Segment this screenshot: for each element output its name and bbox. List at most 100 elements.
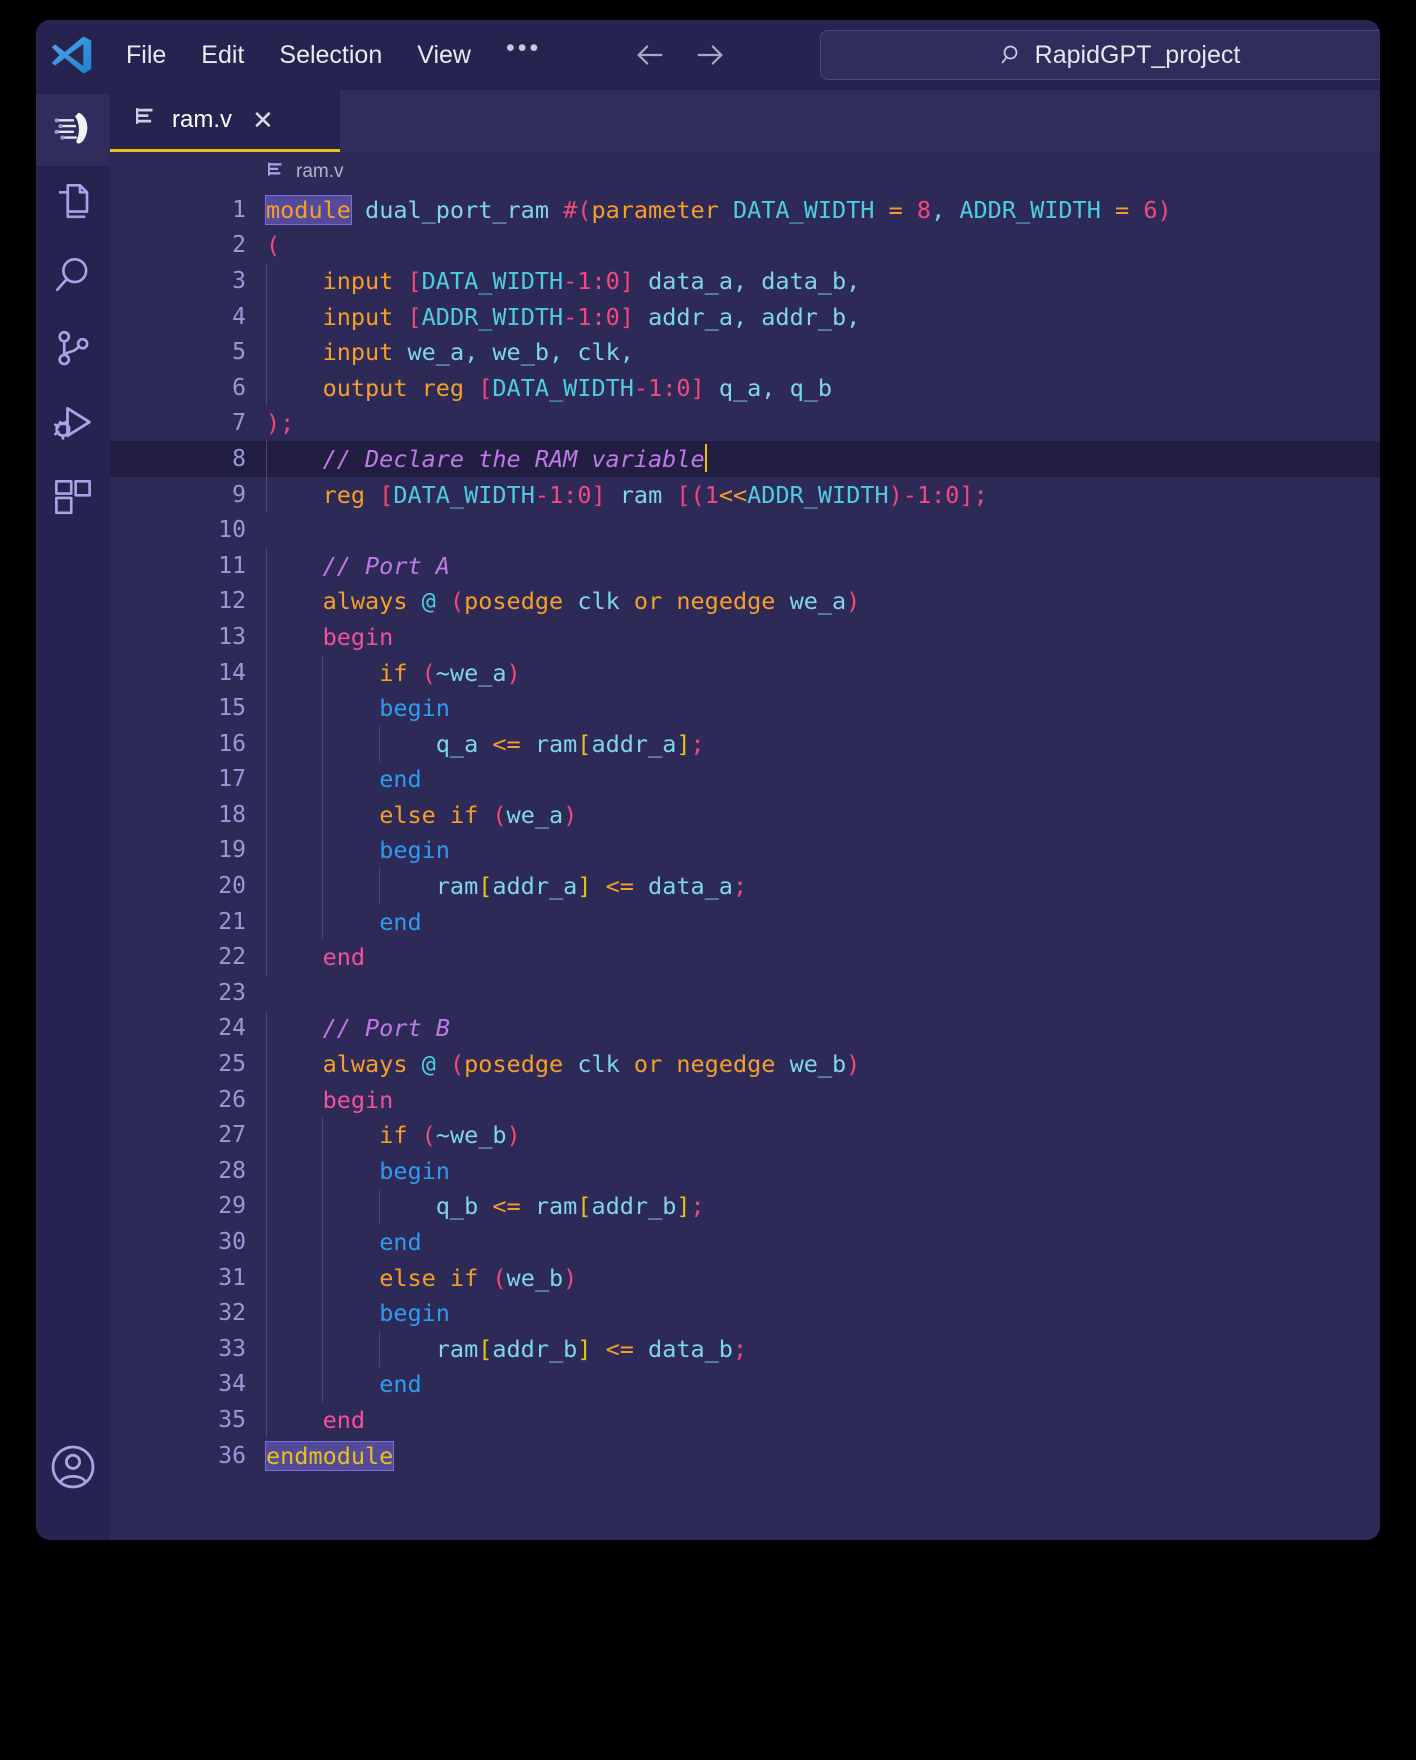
sidebar-item-search[interactable] xyxy=(36,240,110,314)
line-number: 7 xyxy=(232,410,246,437)
arrow-left-icon[interactable] xyxy=(633,38,667,72)
code-line[interactable]: 24 // Port B xyxy=(110,1010,1380,1047)
code-line[interactable]: 12 always @ (posedge clk or negedge we_a… xyxy=(110,583,1380,620)
code-line[interactable]: 18 else if (we_a) xyxy=(110,797,1380,833)
code-line[interactable]: 34 end xyxy=(110,1366,1380,1403)
code-line-text: if (~we_a) xyxy=(379,658,521,687)
code-line[interactable]: 9 reg [DATA_WIDTH-1:0] ram [(1<<ADDR_WID… xyxy=(110,476,1380,513)
title-bar: File Edit Selection View ••• RapidGPT_pr… xyxy=(36,20,1380,90)
indent-guide xyxy=(322,868,324,904)
menu-more-button[interactable]: ••• xyxy=(492,36,555,67)
code-line[interactable]: 31 else if (we_b) xyxy=(110,1259,1380,1296)
indent-guide xyxy=(266,868,267,904)
code-line[interactable]: 10 xyxy=(110,512,1380,548)
code-line[interactable]: 33 ram[addr_b] <= data_b; xyxy=(110,1331,1380,1367)
indent-guide xyxy=(266,1331,267,1367)
code-line[interactable]: 3 input [DATA_WIDTH-1:0] data_a, data_b, xyxy=(110,263,1380,299)
arrow-right-icon[interactable] xyxy=(693,38,727,72)
breadcrumb[interactable]: ram.v xyxy=(110,152,1380,192)
vscode-window: File Edit Selection View ••• RapidGPT_pr… xyxy=(36,20,1380,1540)
indent-guide xyxy=(266,1295,267,1331)
code-line[interactable]: 13 begin xyxy=(110,619,1380,655)
menu-item-view[interactable]: View xyxy=(403,35,485,76)
sidebar-item-source-control[interactable] xyxy=(36,314,110,388)
workbench-body: ram.v ✕ ram.v 1 module dual_port_ram #(p… xyxy=(36,90,1380,1540)
code-line[interactable]: 32 begin xyxy=(110,1295,1380,1331)
code-line[interactable]: 5 input we_a, we_b, clk, xyxy=(110,334,1380,370)
indent-guide xyxy=(266,547,267,584)
code-line-text: ( xyxy=(266,231,281,260)
code-line[interactable]: 7); xyxy=(110,406,1380,442)
code-editor[interactable]: 1 module dual_port_ram #(parameter DATA_W… xyxy=(110,192,1380,1540)
indent-guide xyxy=(266,1402,267,1438)
extensions-icon xyxy=(52,476,94,523)
code-line[interactable]: 35 end xyxy=(110,1402,1380,1438)
search-input[interactable]: RapidGPT_project xyxy=(820,30,1380,80)
code-line[interactable]: 4 input [ADDR_WIDTH-1:0] addr_a, addr_b, xyxy=(110,298,1380,335)
code-line-text: // Declare the RAM variable xyxy=(322,444,707,474)
sidebar-item-account[interactable] xyxy=(36,1432,110,1506)
code-line[interactable]: 15 begin xyxy=(110,690,1380,726)
indent-guide xyxy=(266,725,267,762)
code-line[interactable]: 22 end xyxy=(110,939,1380,976)
code-line[interactable]: 25 always @ (posedge clk or negedge we_b… xyxy=(110,1046,1380,1082)
sidebar-item-run-and-debug[interactable] xyxy=(36,388,110,462)
code-line[interactable]: 20 ram[addr_a] <= data_a; xyxy=(110,868,1380,904)
sidebar-item-extensions[interactable] xyxy=(36,462,110,536)
tab-ram-v[interactable]: ram.v ✕ xyxy=(110,90,340,152)
code-line[interactable]: 23 xyxy=(110,975,1380,1011)
code-line[interactable]: 30 end xyxy=(110,1224,1380,1260)
menu-bar: File Edit Selection View ••• xyxy=(112,35,555,76)
code-line-text: // Port A xyxy=(322,551,450,580)
indent-guide xyxy=(322,832,324,869)
code-line[interactable]: 29 q_b <= ram[addr_b]; xyxy=(110,1188,1380,1225)
menu-item-edit[interactable]: Edit xyxy=(187,35,258,76)
line-number: 6 xyxy=(232,374,246,401)
code-line[interactable]: 2( xyxy=(110,228,1380,264)
indent-guide xyxy=(378,1331,380,1367)
source-control-icon xyxy=(52,328,94,375)
line-number: 10 xyxy=(218,517,246,544)
code-line[interactable]: 1 module dual_port_ram #(parameter DATA_W… xyxy=(110,192,1380,228)
code-line[interactable]: 14 if (~we_a) xyxy=(110,654,1380,691)
code-line[interactable]: 6 output reg [DATA_WIDTH-1:0] q_a, q_b xyxy=(110,369,1380,406)
indent-guide xyxy=(266,1366,267,1403)
indent-guide xyxy=(266,1188,267,1225)
indent-guide xyxy=(378,868,380,904)
line-number: 26 xyxy=(218,1086,246,1113)
code-line-text: begin xyxy=(322,1085,394,1114)
close-icon[interactable]: ✕ xyxy=(246,107,280,133)
tab-bar: ram.v ✕ xyxy=(110,90,1380,152)
code-line-text: ram[addr_b] <= data_b; xyxy=(435,1334,748,1363)
activity-bar xyxy=(36,90,110,1540)
code-line-text: begin xyxy=(379,1156,450,1185)
sidebar-item-explorer[interactable] xyxy=(36,166,110,240)
code-line[interactable]: 21 end xyxy=(110,903,1380,940)
code-line-text: input [DATA_WIDTH-1:0] data_a, data_b, xyxy=(322,266,861,295)
code-line[interactable]: 26 begin xyxy=(110,1081,1380,1118)
line-number: 17 xyxy=(218,766,246,793)
code-line-text: end xyxy=(379,1370,422,1399)
code-line[interactable]: 17 end xyxy=(110,761,1380,798)
code-line[interactable]: 27 if (~we_b) xyxy=(110,1117,1380,1154)
line-number: 19 xyxy=(218,837,246,864)
code-line-text: begin xyxy=(379,836,450,865)
indent-guide xyxy=(322,1224,324,1260)
code-line[interactable]: 36 endmodule xyxy=(110,1438,1380,1474)
code-line-text: always @ (posedge clk or negedge we_a) xyxy=(322,587,861,616)
indent-guide xyxy=(266,1046,267,1082)
menu-item-selection[interactable]: Selection xyxy=(265,35,396,76)
code-line[interactable]: 8 // Declare the RAM variable xyxy=(110,441,1380,477)
sidebar-item-rapidgpt[interactable] xyxy=(36,94,110,166)
indent-guide xyxy=(266,1117,267,1154)
indent-guide xyxy=(266,583,267,620)
code-line[interactable]: 11 // Port A xyxy=(110,547,1380,584)
breadcrumb-label: ram.v xyxy=(296,161,344,182)
menu-item-file[interactable]: File xyxy=(112,35,180,76)
code-line[interactable]: 16 q_a <= ram[addr_a]; xyxy=(110,725,1380,762)
code-line[interactable]: 28 begin xyxy=(110,1153,1380,1189)
line-number: 15 xyxy=(218,695,246,722)
code-line[interactable]: 19 begin xyxy=(110,832,1380,869)
search-icon xyxy=(1000,43,1024,67)
indent-guide xyxy=(322,1188,324,1225)
